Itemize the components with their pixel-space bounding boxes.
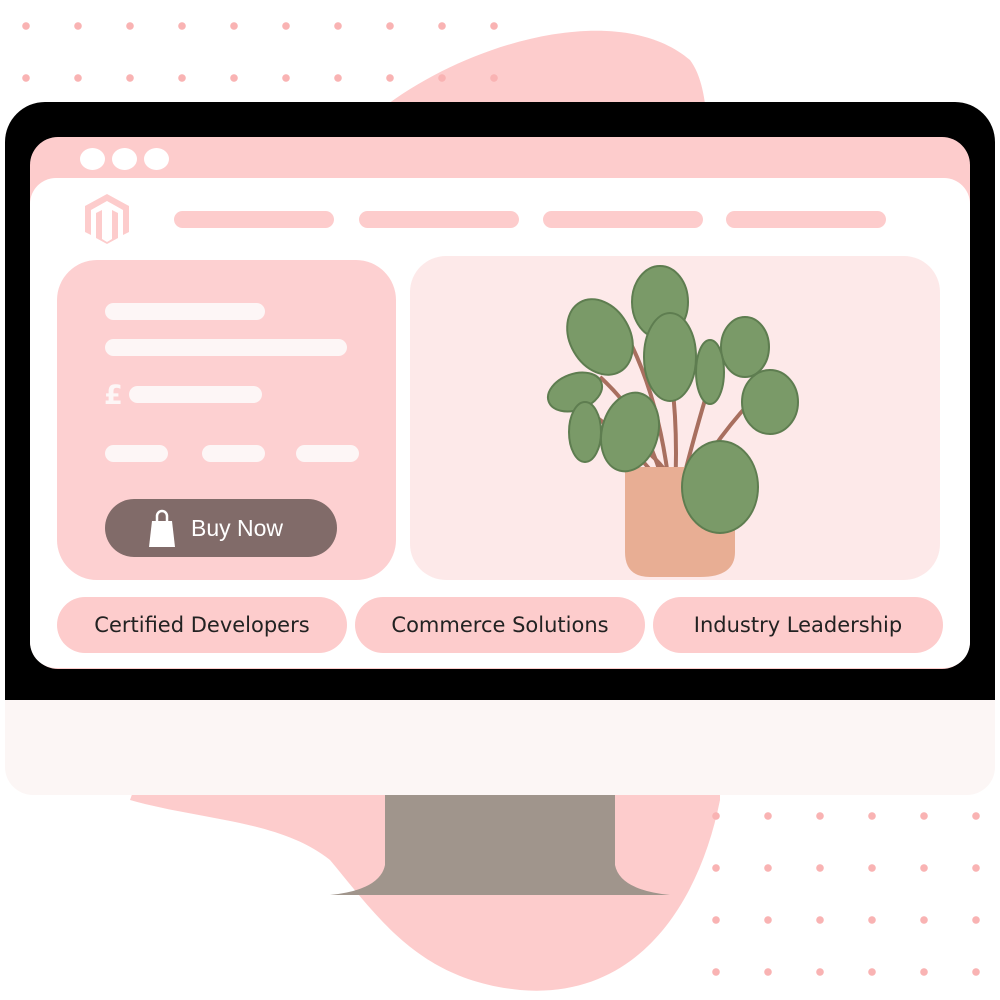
option-placeholder[interactable] [296,445,359,462]
feature-industry-leadership[interactable]: Industry Leadership [653,597,943,653]
dot-pattern-bottom [690,790,1000,1000]
window-dot[interactable] [80,148,105,170]
product-description-placeholder [105,339,347,356]
plant-illustration [546,265,799,577]
monitor-chin [5,700,995,795]
magento-logo[interactable] [84,193,130,245]
nav-item[interactable] [359,211,519,228]
product-title-placeholder [105,303,265,320]
nav-item[interactable] [726,211,886,228]
currency-symbol: £ [104,380,123,411]
nav-item[interactable] [174,211,334,228]
feature-label: Commerce Solutions [391,613,609,637]
window-dot[interactable] [112,148,137,170]
buy-now-button[interactable]: Buy Now [105,499,337,557]
option-placeholder[interactable] [105,445,168,462]
feature-commerce-solutions[interactable]: Commerce Solutions [355,597,645,653]
dot-pattern-top [0,0,500,100]
monitor-stand [330,795,670,895]
price-placeholder [129,386,262,403]
nav-item[interactable] [543,211,703,228]
feature-label: Industry Leadership [693,613,903,637]
window-dot[interactable] [144,148,169,170]
buy-now-label: Buy Now [191,514,284,541]
feature-certified-developers[interactable]: Certified Developers [57,597,347,653]
option-placeholder[interactable] [202,445,265,462]
feature-label: Certified Developers [94,613,310,637]
shopping-bag-icon [149,509,175,547]
